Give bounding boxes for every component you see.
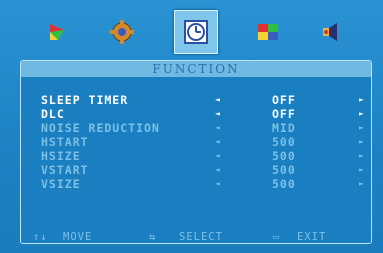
select-arrows-icon: ⇆ bbox=[149, 231, 157, 243]
row-hsize[interactable]: HSIZE ◄ 500 ► bbox=[21, 149, 371, 163]
right-arrow-icon[interactable]: ► bbox=[359, 149, 365, 163]
color-flag-icon bbox=[50, 24, 64, 40]
clock-icon bbox=[184, 20, 208, 44]
row-value: OFF bbox=[272, 107, 296, 121]
move-hint: MOVE bbox=[63, 231, 93, 243]
row-value: MID bbox=[272, 121, 296, 135]
left-arrow-icon[interactable]: ◄ bbox=[215, 149, 221, 163]
row-vsize[interactable]: VSIZE ◄ 500 ► bbox=[21, 177, 371, 191]
exit-key-icon: ▭ bbox=[273, 231, 281, 243]
right-arrow-icon[interactable]: ► bbox=[359, 93, 365, 107]
row-dlc[interactable]: DLC ◄ OFF ► bbox=[21, 107, 371, 121]
row-value: 500 bbox=[272, 149, 296, 163]
settings-list: SLEEP TIMER ◄ OFF ► DLC ◄ OFF ► NOISE RE… bbox=[21, 93, 371, 191]
menu-tab-strip bbox=[18, 8, 368, 56]
tab-color[interactable] bbox=[248, 12, 288, 52]
row-label: VSTART bbox=[41, 163, 89, 177]
left-arrow-icon[interactable]: ◄ bbox=[215, 121, 221, 135]
tab-adjust[interactable] bbox=[102, 12, 142, 52]
row-noise-reduction[interactable]: NOISE REDUCTION ◄ MID ► bbox=[21, 121, 371, 135]
row-sleep-timer[interactable]: SLEEP TIMER ◄ OFF ► bbox=[21, 93, 371, 107]
row-value: 500 bbox=[272, 163, 296, 177]
left-arrow-icon[interactable]: ◄ bbox=[215, 177, 221, 191]
select-hint: SELECT bbox=[179, 231, 223, 243]
gear-icon bbox=[110, 20, 134, 44]
row-vstart[interactable]: VSTART ◄ 500 ► bbox=[21, 163, 371, 177]
left-arrow-icon[interactable]: ◄ bbox=[215, 93, 221, 107]
row-value: 500 bbox=[272, 135, 296, 149]
right-arrow-icon[interactable]: ► bbox=[359, 107, 365, 121]
right-arrow-icon[interactable]: ► bbox=[359, 135, 365, 149]
function-panel: FUNCTION SLEEP TIMER ◄ OFF ► DLC ◄ OFF ►… bbox=[20, 60, 372, 244]
color-grid-icon bbox=[258, 24, 278, 40]
right-arrow-icon[interactable]: ► bbox=[359, 121, 365, 135]
row-label: HSTART bbox=[41, 135, 89, 149]
left-arrow-icon[interactable]: ◄ bbox=[215, 163, 221, 177]
exit-hint: EXIT bbox=[297, 231, 327, 243]
row-label: SLEEP TIMER bbox=[41, 93, 129, 107]
row-label: VSIZE bbox=[41, 177, 81, 191]
row-hstart[interactable]: HSTART ◄ 500 ► bbox=[21, 135, 371, 149]
tab-audio[interactable] bbox=[312, 12, 352, 52]
panel-title: FUNCTION bbox=[21, 61, 371, 77]
row-label: DLC bbox=[41, 107, 65, 121]
osd-screen: FUNCTION SLEEP TIMER ◄ OFF ► DLC ◄ OFF ►… bbox=[0, 0, 383, 253]
right-arrow-icon[interactable]: ► bbox=[359, 177, 365, 191]
row-label: HSIZE bbox=[41, 149, 81, 163]
hint-bar: ↑↓ MOVE ⇆ SELECT ▭ EXIT bbox=[21, 231, 371, 243]
left-arrow-icon[interactable]: ◄ bbox=[215, 107, 221, 121]
right-arrow-icon[interactable]: ► bbox=[359, 163, 365, 177]
tab-picture[interactable] bbox=[38, 12, 78, 52]
row-value: OFF bbox=[272, 93, 296, 107]
speaker-icon bbox=[323, 23, 337, 41]
move-arrows-icon: ↑↓ bbox=[33, 231, 48, 243]
tab-function[interactable] bbox=[174, 10, 218, 54]
left-arrow-icon[interactable]: ◄ bbox=[215, 135, 221, 149]
row-value: 500 bbox=[272, 177, 296, 191]
row-label: NOISE REDUCTION bbox=[41, 121, 160, 135]
